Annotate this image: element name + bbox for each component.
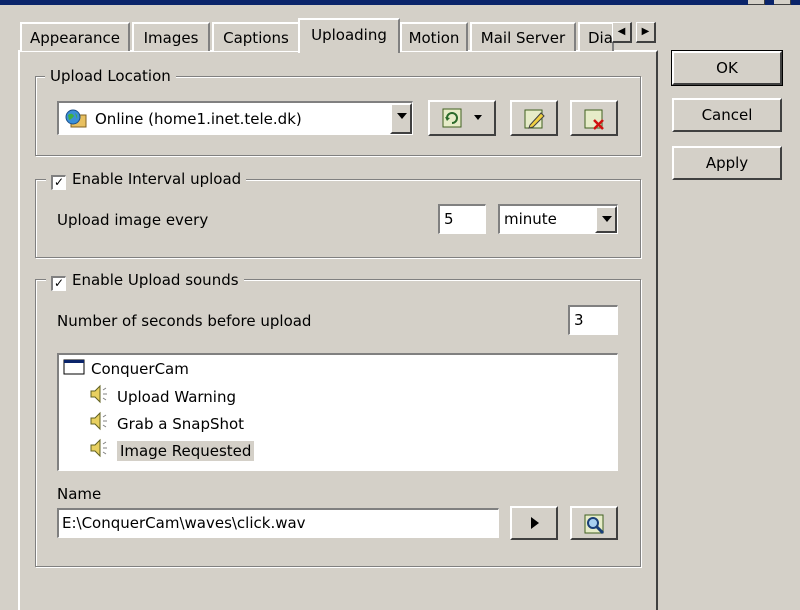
upload-location-value: Online (home1.inet.tele.dk) <box>95 110 302 128</box>
refresh-icon <box>442 108 462 132</box>
tree-item-label: Grab a SnapShot <box>117 415 245 433</box>
upload-sounds-checkbox[interactable]: ✓ <box>51 276 66 291</box>
upload-location-dropdown-button[interactable] <box>390 103 412 134</box>
tab-images[interactable]: Images <box>132 22 210 51</box>
interval-unit-select[interactable]: minute <box>498 204 618 234</box>
sound-file-name-input[interactable]: E:\ConquerCam\waves\click.wav <box>57 508 499 538</box>
ok-button[interactable]: OK <box>671 50 783 86</box>
upload-location-select[interactable]: Online (home1.inet.tele.dk) <box>57 101 413 135</box>
interval-upload-checkbox[interactable]: ✓ <box>51 175 66 190</box>
speaker-icon <box>89 384 111 411</box>
delete-icon <box>584 108 606 134</box>
sound-events-tree[interactable]: ConquerCam Upload Warning Grab a SnapSho… <box>57 353 618 471</box>
cancel-button[interactable]: Cancel <box>672 98 782 132</box>
tab-motion[interactable]: Motion <box>400 22 468 51</box>
play-sound-button[interactable] <box>510 506 558 540</box>
window-icon <box>63 358 85 382</box>
tab-captions[interactable]: Captions <box>212 22 300 51</box>
name-label: Name <box>57 485 102 503</box>
tree-item-label: Image Requested <box>117 441 255 461</box>
tree-item-label: Upload Warning <box>117 388 236 406</box>
edit-icon <box>524 108 546 134</box>
tab-scroll-left-button[interactable]: ◀ <box>612 22 632 43</box>
browse-icon <box>584 513 606 539</box>
interval-upload-legend: ✓ Enable Interval upload <box>46 170 247 190</box>
tab-scroll-right-button[interactable]: ▶ <box>636 22 656 43</box>
interval-value-input[interactable]: 5 <box>438 204 486 234</box>
upload-sounds-legend: ✓ Enable Upload sounds <box>46 271 244 291</box>
chevron-down-icon <box>474 115 482 120</box>
speaker-icon <box>89 411 111 438</box>
title-bar <box>0 0 800 5</box>
tab-appearance[interactable]: Appearance <box>20 22 130 51</box>
interval-unit-dropdown-button[interactable] <box>595 206 617 233</box>
seconds-before-upload-label: Number of seconds before upload <box>57 312 312 330</box>
apply-button[interactable]: Apply <box>672 146 782 180</box>
close-button[interactable] <box>774 0 791 5</box>
speaker-icon <box>89 438 111 465</box>
tree-root[interactable]: ConquerCam <box>63 357 189 381</box>
connect-dropdown-button[interactable] <box>428 100 496 136</box>
tree-item[interactable]: Grab a SnapShot <box>89 411 244 435</box>
apply-label: Apply <box>705 154 749 172</box>
tab-uploading[interactable]: Uploading <box>298 18 400 53</box>
chevron-down-icon <box>602 216 612 222</box>
minimize-button[interactable] <box>748 0 765 5</box>
delete-location-button[interactable] <box>570 100 618 136</box>
tab-dia[interactable]: Dia <box>578 22 614 51</box>
interval-unit-value: minute <box>504 210 557 228</box>
interval-upload-label: Enable Interval upload <box>72 170 242 188</box>
tree-root-label: ConquerCam <box>91 360 189 378</box>
play-icon <box>531 517 539 529</box>
chevron-down-icon <box>397 113 407 119</box>
tree-item-selected[interactable]: Image Requested <box>89 438 255 465</box>
upload-sounds-label: Enable Upload sounds <box>72 271 239 289</box>
tree-item[interactable]: Upload Warning <box>89 384 236 408</box>
globe-folder-icon <box>65 109 87 133</box>
edit-location-button[interactable] <box>510 100 558 136</box>
seconds-before-upload-input[interactable]: 3 <box>568 305 618 335</box>
tab-mail-server[interactable]: Mail Server <box>470 22 576 51</box>
upload-every-label: Upload image every <box>57 211 209 229</box>
browse-sound-button[interactable] <box>570 506 618 540</box>
upload-location-legend: Upload Location <box>45 67 176 85</box>
